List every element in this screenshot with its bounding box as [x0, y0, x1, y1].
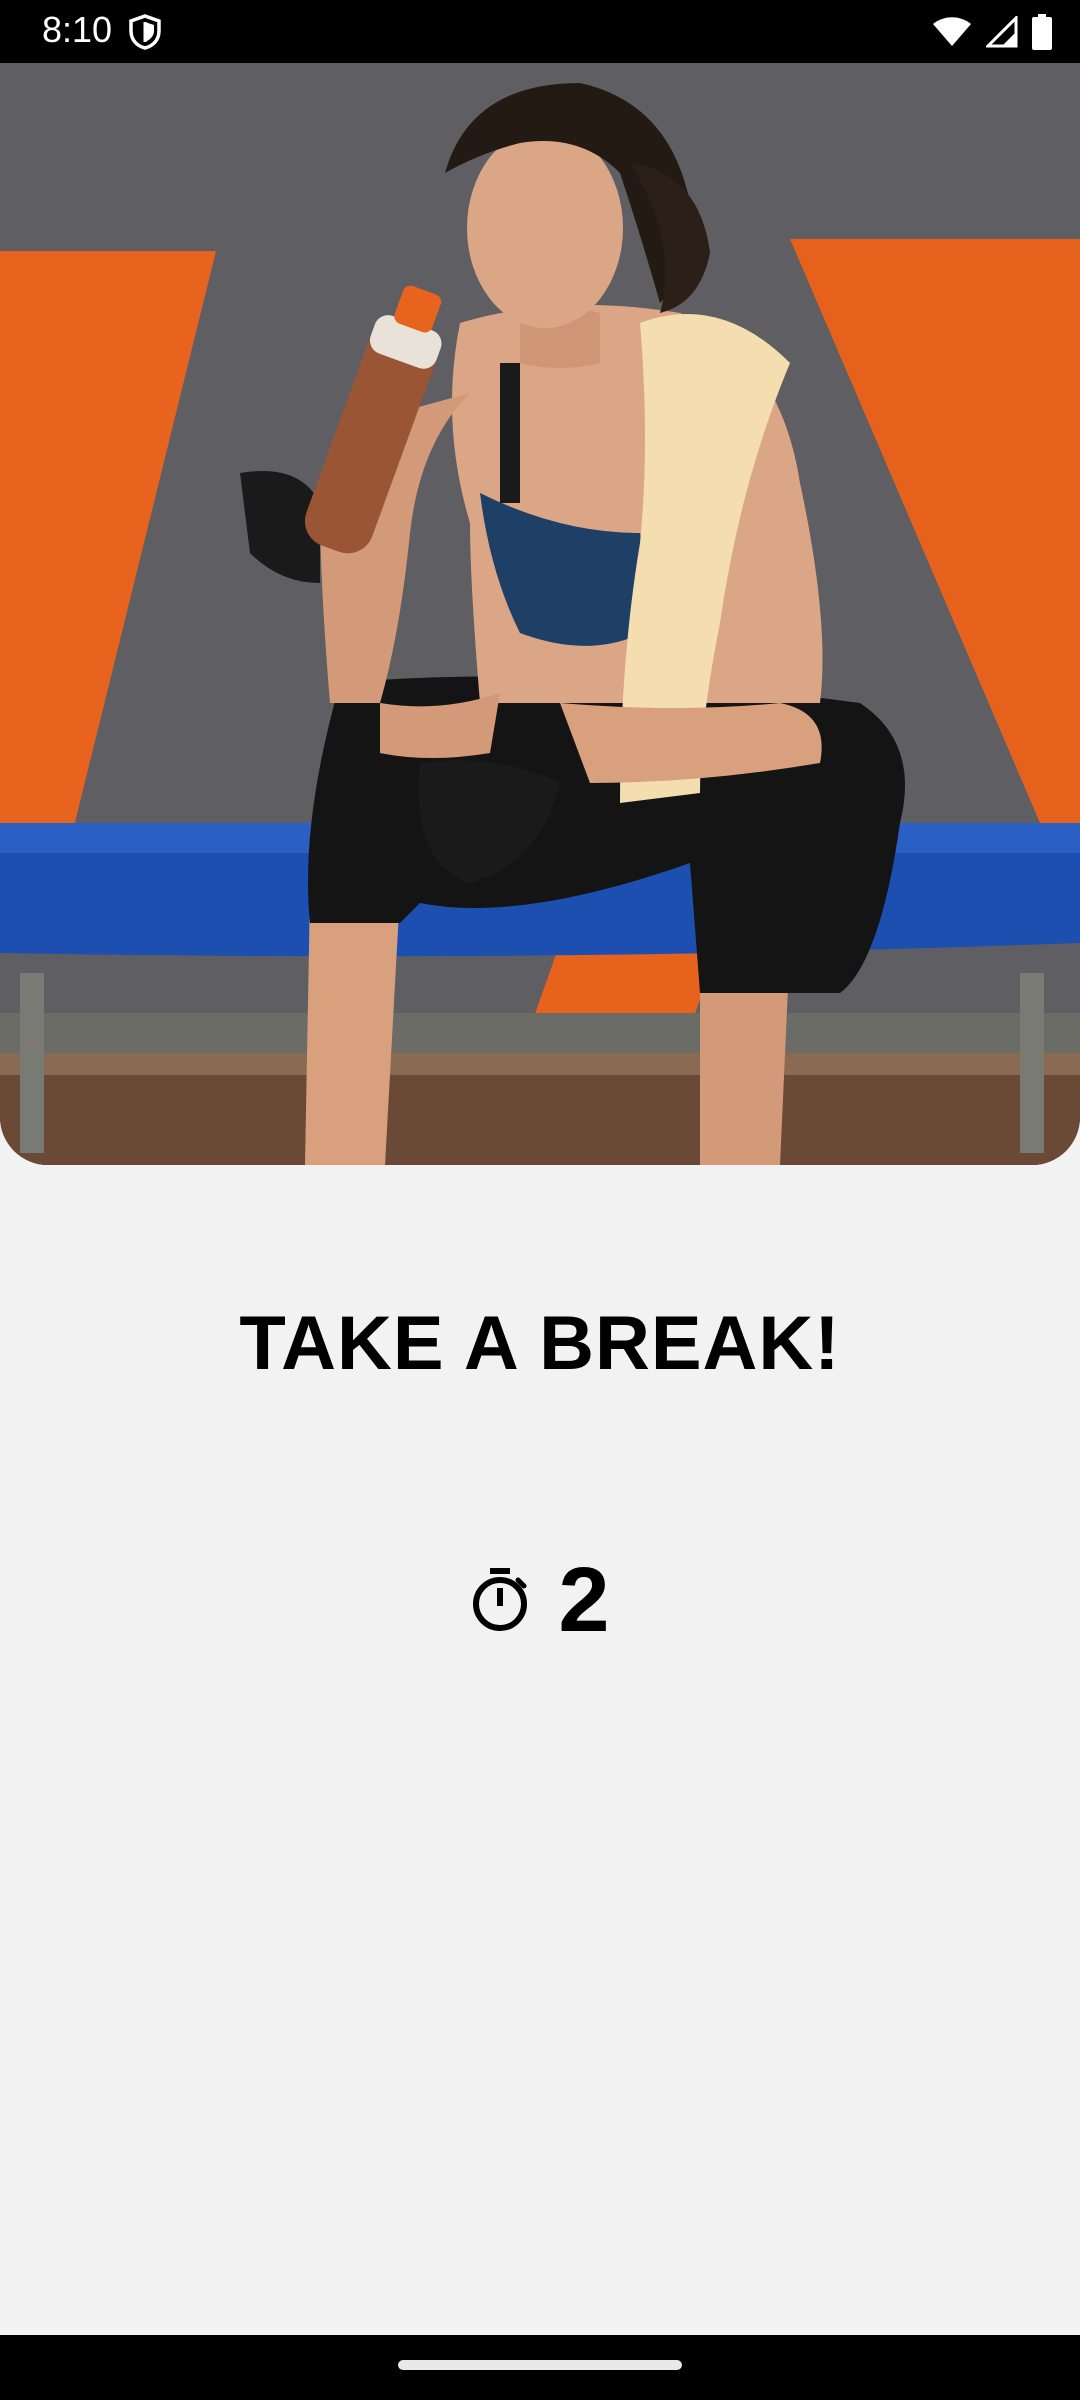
status-time: 8:10: [42, 9, 113, 50]
hero-image: [0, 63, 1080, 1165]
home-indicator[interactable]: [398, 2360, 682, 2370]
timer-countdown: 2: [558, 1549, 610, 1651]
stopwatch-icon: [473, 1568, 528, 1631]
break-title: TAKE A BREAK!: [239, 1301, 841, 1386]
shield-icon: [129, 14, 161, 50]
status-bar: 8:10: [0, 0, 1080, 63]
status-icons: [932, 12, 1052, 52]
wifi-icon: [933, 17, 971, 46]
battery-icon: [1032, 14, 1052, 50]
signal-icon: [986, 16, 1018, 48]
break-timer: 2: [0, 1545, 1080, 1655]
navigation-bar: [0, 2335, 1080, 2400]
